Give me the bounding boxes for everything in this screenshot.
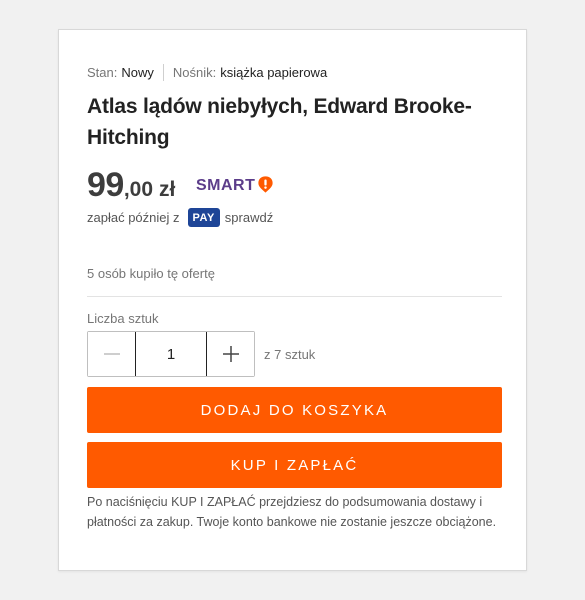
pay-badge: PAY xyxy=(187,208,220,227)
smart-badge-icon xyxy=(258,175,274,193)
price-integer: 99 xyxy=(87,166,124,204)
offer-meta: Stan: Nowy Nośnik: książka papierowa xyxy=(87,63,327,81)
pay-later-text: zapłać później z xyxy=(87,210,180,225)
medium-value: książka papierowa xyxy=(220,64,328,80)
offer-card: Stan: Nowy Nośnik: książka papierowa Atl… xyxy=(58,29,527,571)
price-decimal: ,00 xyxy=(123,178,154,201)
plus-icon xyxy=(222,346,239,362)
product-title: Atlas lądów niebyłych, Edward Brooke-Hit… xyxy=(87,95,472,149)
divider xyxy=(87,296,502,297)
smart-badge: SMART xyxy=(196,175,275,195)
decrease-button[interactable] xyxy=(88,332,135,376)
add-to-cart-button[interactable]: DODAJ DO KOSZYKA xyxy=(87,387,502,433)
quantity-available: z 7 sztuk xyxy=(264,347,316,362)
price: 99 ,00 zł xyxy=(87,166,175,205)
increase-button[interactable] xyxy=(207,332,254,376)
minus-icon xyxy=(103,353,120,355)
bought-count: 5 osób kupiło tę ofertę xyxy=(87,266,215,281)
pay-later-row: zapłać później z PAY sprawdź xyxy=(87,208,273,227)
condition-label: Stan: xyxy=(87,64,118,80)
price-currency: zł xyxy=(159,178,176,201)
condition-value: Nowy xyxy=(121,64,154,80)
quantity-input[interactable] xyxy=(135,332,207,376)
pay-check-link[interactable]: sprawdź xyxy=(225,210,273,225)
quantity-stepper xyxy=(87,331,255,377)
medium-label: Nośnik: xyxy=(172,64,217,80)
buy-and-pay-button[interactable]: KUP I ZAPŁAĆ xyxy=(87,442,502,488)
quantity-label: Liczba sztuk xyxy=(87,311,159,326)
smart-label: SMART xyxy=(196,177,256,194)
checkout-note: Po naciśnięciu KUP I ZAPŁAĆ przejdziesz … xyxy=(87,495,497,529)
meta-divider xyxy=(162,63,164,81)
